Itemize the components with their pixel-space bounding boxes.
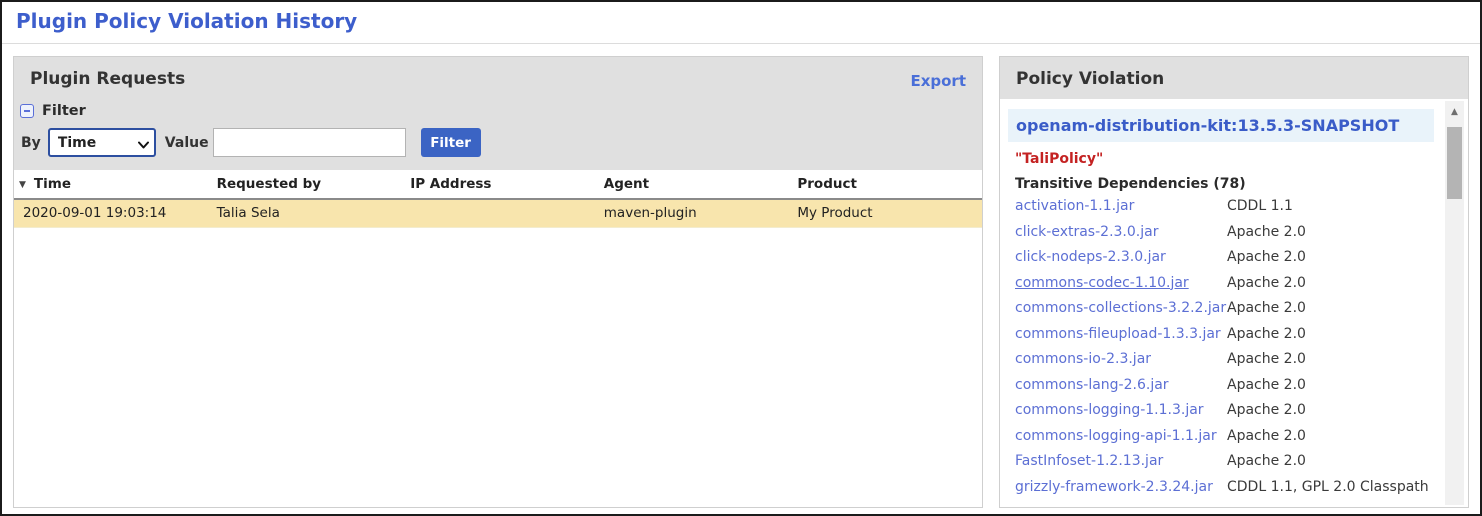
- dependency-row: click-extras-2.3.0.jar Apache 2.0: [1015, 220, 1434, 246]
- dependency-jar-link[interactable]: commons-lang-2.6.jar: [1015, 373, 1227, 399]
- dependency-license: Apache 2.0: [1227, 245, 1306, 271]
- policy-violation-panel: Policy Violation openam-distribution-kit…: [999, 56, 1469, 508]
- column-header-ip-address[interactable]: IP Address: [401, 170, 595, 199]
- dependency-row: commons-logging-1.1.3.jar Apache 2.0: [1015, 398, 1434, 424]
- dependency-jar-link[interactable]: commons-io-2.3.jar: [1015, 347, 1227, 373]
- column-header-requested-by[interactable]: Requested by: [208, 170, 402, 199]
- dependency-row: commons-logging-api-1.1.jar Apache 2.0: [1015, 424, 1434, 450]
- dependency-license: Apache 2.0: [1227, 322, 1306, 348]
- filter-by-select-wrap: Time: [48, 128, 156, 157]
- dependency-license: Apache 2.0: [1227, 347, 1306, 373]
- scrollbar-track[interactable]: ▲: [1445, 101, 1464, 505]
- filter-by-label: By: [21, 135, 41, 151]
- dependency-row: commons-lang-2.6.jar Apache 2.0: [1015, 373, 1434, 399]
- dependency-row: commons-codec-1.10.jar Apache 2.0: [1015, 271, 1434, 297]
- filter-controls: By Time Value Filter: [21, 128, 481, 157]
- column-header-agent[interactable]: Agent: [595, 170, 789, 199]
- dependency-row: commons-collections-3.2.2.jar Apache 2.0: [1015, 296, 1434, 322]
- dependency-jar-link[interactable]: FastInfoset-1.2.13.jar: [1015, 449, 1227, 475]
- cell-time: 2020-09-01 19:03:14: [14, 199, 208, 227]
- table-row[interactable]: 2020-09-01 19:03:14 Talia Sela maven-plu…: [14, 199, 982, 227]
- dependency-jar-link[interactable]: activation-1.1.jar: [1015, 194, 1227, 220]
- plugin-requests-panel: Plugin Requests Export Filter By Time Va…: [13, 56, 983, 508]
- dependency-license: CDDL 1.1, GPL 2.0 Classpath: [1227, 475, 1429, 501]
- policy-violation-header: Policy Violation: [1000, 57, 1468, 99]
- sort-desc-icon: ▼: [19, 180, 26, 190]
- dependency-license: Apache 2.0: [1227, 271, 1306, 297]
- dependency-license: Apache 2.0: [1227, 373, 1306, 399]
- plugin-requests-header: Plugin Requests Export Filter By Time Va…: [14, 57, 982, 170]
- dependency-row: commons-fileupload-1.3.3.jar Apache 2.0: [1015, 322, 1434, 348]
- dependency-jar-link[interactable]: commons-codec-1.10.jar: [1015, 271, 1227, 297]
- app-window: Plugin Policy Violation History Plugin R…: [0, 0, 1482, 516]
- filter-by-select[interactable]: Time: [48, 128, 156, 157]
- dependency-license: Apache 2.0: [1227, 398, 1306, 424]
- dependency-jar-link[interactable]: commons-logging-1.1.3.jar: [1015, 398, 1227, 424]
- dependency-jar-link[interactable]: commons-fileupload-1.3.3.jar: [1015, 322, 1227, 348]
- transitive-dependencies-heading: Transitive Dependencies (78): [1015, 176, 1434, 192]
- plugin-requests-title: Plugin Requests: [30, 69, 185, 89]
- plugin-requests-table: ▼Time Requested by IP Address Agent Prod…: [14, 170, 982, 228]
- table-header-row: ▼Time Requested by IP Address Agent Prod…: [14, 170, 982, 199]
- page-title: Plugin Policy Violation History: [16, 9, 357, 33]
- column-header-product[interactable]: Product: [788, 170, 982, 199]
- dependency-row: grizzly-framework-2.3.24.jar CDDL 1.1, G…: [1015, 475, 1434, 501]
- policy-violation-content: openam-distribution-kit:13.5.3-SNAPSHOT …: [1000, 99, 1468, 507]
- filter-apply-button[interactable]: Filter: [421, 128, 481, 157]
- cell-agent: maven-plugin: [595, 199, 789, 227]
- column-header-time[interactable]: ▼Time: [14, 170, 208, 199]
- scrollbar-up-arrow-icon[interactable]: ▲: [1445, 101, 1464, 123]
- dependency-license: CDDL 1.1: [1227, 194, 1293, 220]
- dependency-row: FastInfoset-1.2.13.jar Apache 2.0: [1015, 449, 1434, 475]
- policy-name: "TaliPolicy": [1015, 151, 1434, 167]
- dependency-jar-link[interactable]: commons-collections-3.2.2.jar: [1015, 296, 1227, 322]
- scrollbar-thumb[interactable]: [1447, 127, 1462, 199]
- dependency-jar-link[interactable]: commons-logging-api-1.1.jar: [1015, 424, 1227, 450]
- cell-requested-by: Talia Sela: [208, 199, 402, 227]
- dependency-jar-link[interactable]: grizzly-framework-2.3.24.jar: [1015, 475, 1227, 501]
- filter-value-label: Value: [165, 135, 209, 151]
- dependency-row: click-nodeps-2.3.0.jar Apache 2.0: [1015, 245, 1434, 271]
- dependency-row: commons-io-2.3.jar Apache 2.0: [1015, 347, 1434, 373]
- dependency-license: Apache 2.0: [1227, 296, 1306, 322]
- cell-product: My Product: [788, 199, 982, 227]
- policy-violation-title: Policy Violation: [1016, 69, 1164, 89]
- filter-section-label: Filter: [42, 103, 86, 119]
- filter-value-input[interactable]: [213, 128, 406, 157]
- violating-artifact-link[interactable]: openam-distribution-kit:13.5.3-SNAPSHOT: [1008, 109, 1434, 142]
- dependency-license: Apache 2.0: [1227, 449, 1306, 475]
- dependency-license: Apache 2.0: [1227, 220, 1306, 246]
- dependency-row: activation-1.1.jar CDDL 1.1: [1015, 194, 1434, 220]
- filter-section-toggle[interactable]: Filter: [20, 103, 86, 119]
- title-divider: [2, 43, 1480, 44]
- collapse-minus-icon[interactable]: [20, 104, 34, 118]
- dependency-jar-link[interactable]: click-extras-2.3.0.jar: [1015, 220, 1227, 246]
- dependency-license: Apache 2.0: [1227, 424, 1306, 450]
- dependency-jar-link[interactable]: click-nodeps-2.3.0.jar: [1015, 245, 1227, 271]
- export-link[interactable]: Export: [910, 72, 966, 90]
- cell-ip-address: [401, 199, 595, 227]
